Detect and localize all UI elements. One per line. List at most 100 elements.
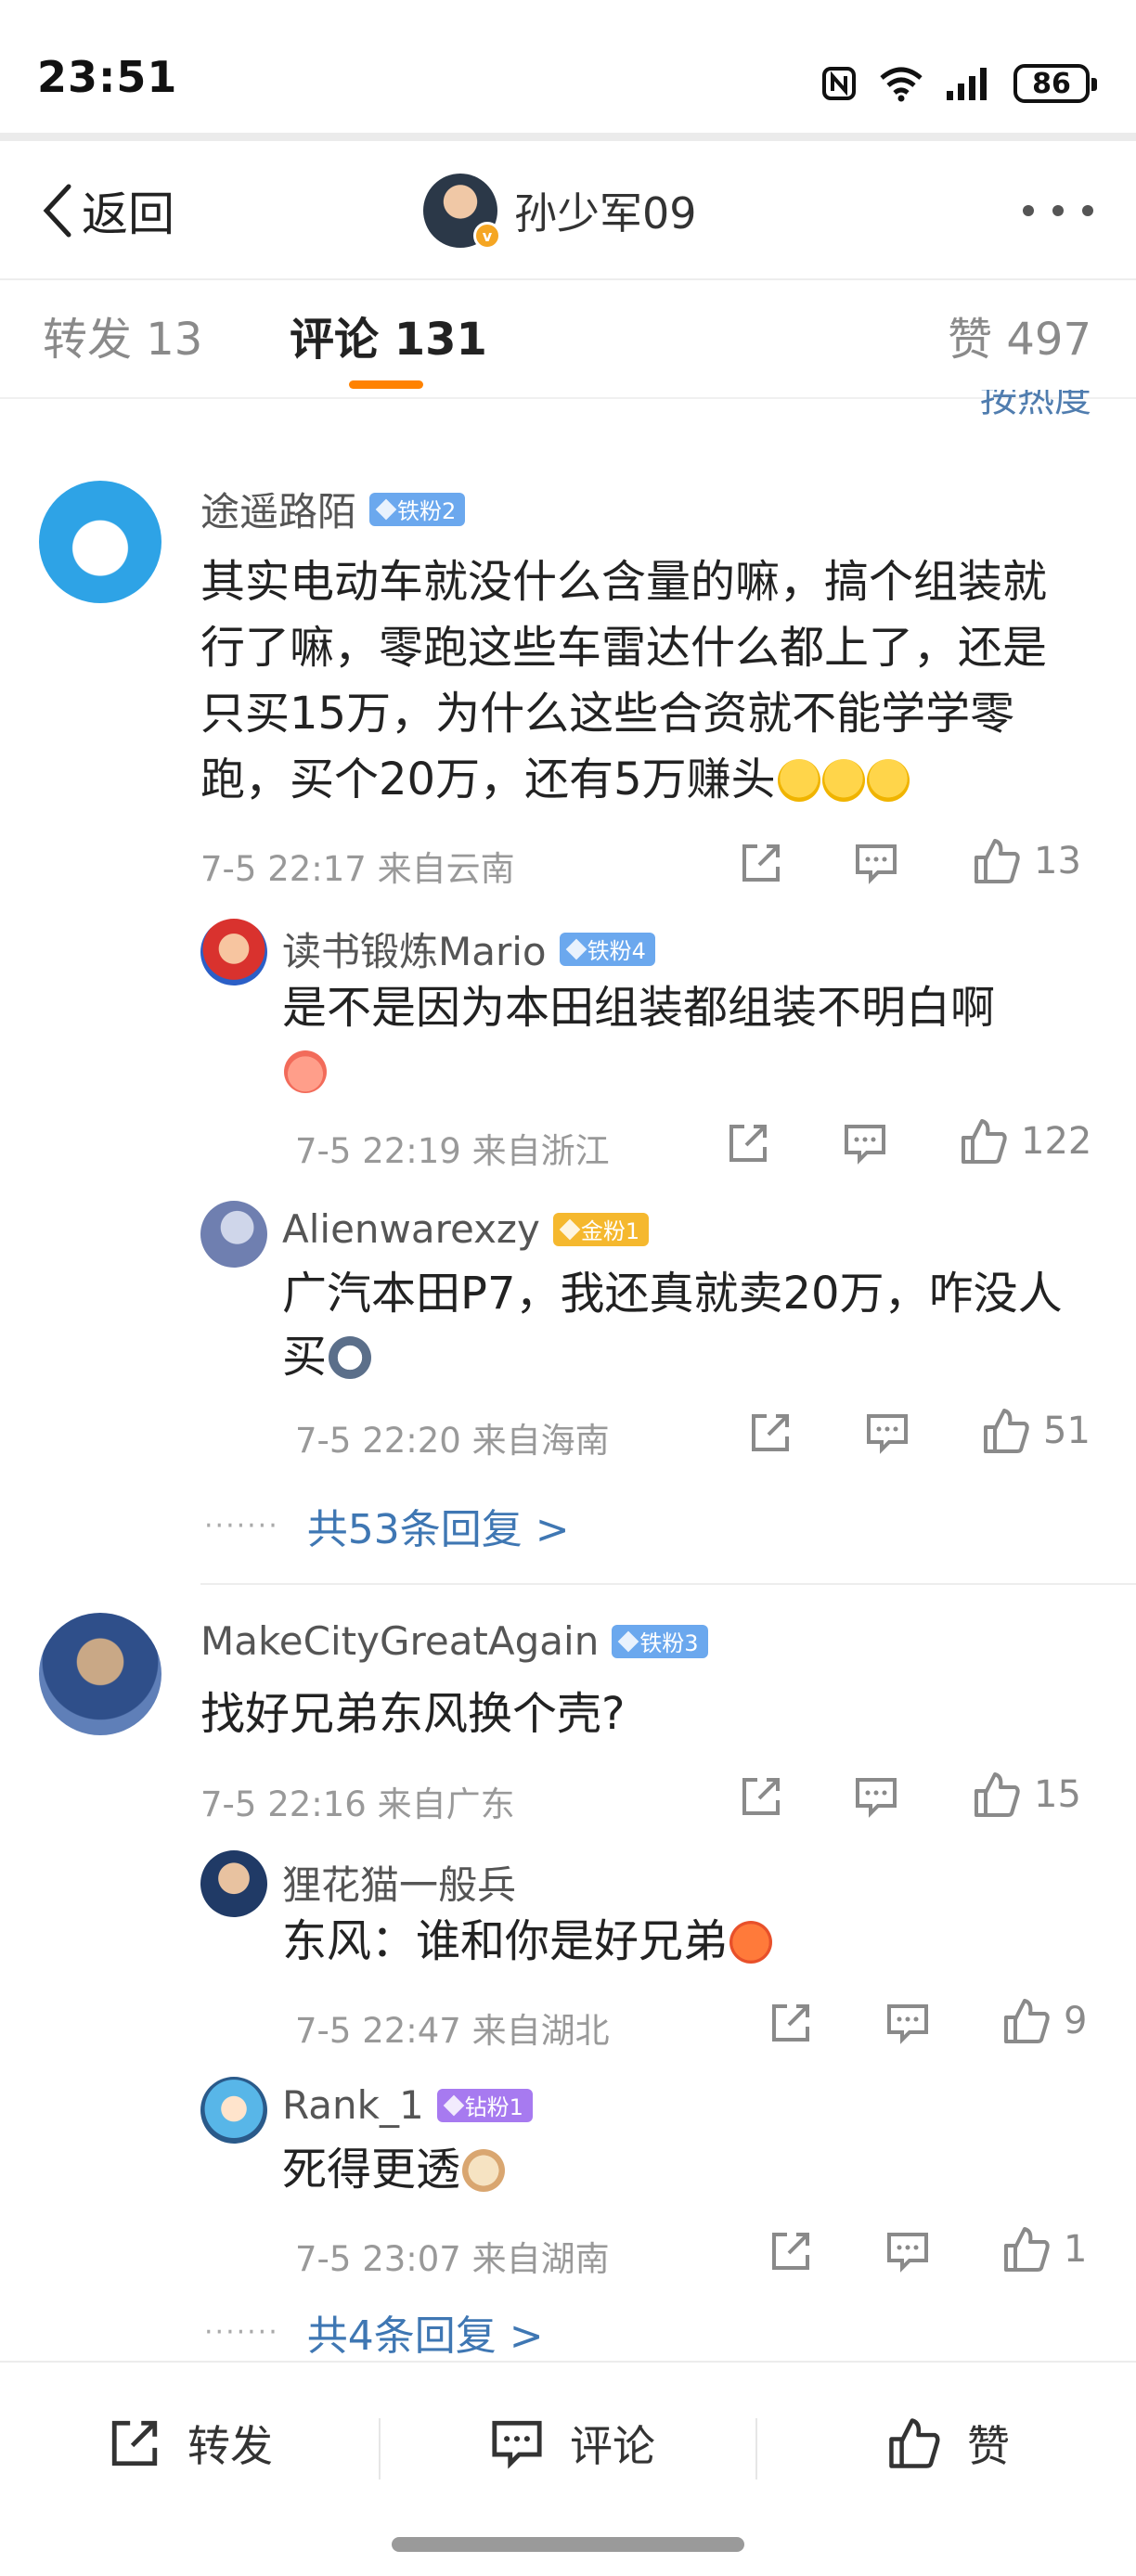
- forward-button[interactable]: 转发: [108, 2413, 273, 2474]
- nav-bar: 返回 v 孙少军09: [0, 141, 1136, 280]
- commenter-name[interactable]: MakeCityGreatAgain 铁粉3: [200, 1618, 708, 1664]
- home-indicator[interactable]: [392, 2537, 744, 2552]
- reply-button[interactable]: [865, 1410, 910, 1455]
- reply-author-name-text: Rank_1: [282, 2082, 424, 2128]
- sort-toggle[interactable]: 按热度: [980, 390, 1091, 418]
- reply-button[interactable]: [843, 1121, 887, 1166]
- avatar[interactable]: [200, 1850, 267, 1917]
- avatar[interactable]: [200, 919, 267, 985]
- fan-badge-label: 钻粉1: [464, 2094, 523, 2120]
- share-icon: [742, 844, 780, 882]
- share-button[interactable]: [768, 2229, 813, 2273]
- more-dot-icon: [1052, 205, 1064, 216]
- tab-forward[interactable]: 转发 13: [43, 303, 202, 367]
- fan-badge: 金粉1: [552, 1212, 650, 1246]
- wifi-icon: [880, 67, 923, 102]
- avatar[interactable]: [200, 2077, 267, 2144]
- reply-text: 东风：谁和你是好兄弟: [282, 1910, 1080, 1973]
- comment-text: 其实电动车就没什么含量的嘛，搞个组装就行了嘛，零跑这些车雷达什么都上了，还是只买…: [200, 549, 1073, 813]
- like-button[interactable]: 赞: [887, 2413, 1010, 2474]
- reply-author-name[interactable]: Alienwarexzy 金粉1: [282, 1206, 650, 1252]
- more-dot-icon: [1082, 205, 1093, 216]
- diamond-icon: [375, 498, 397, 520]
- reply-author-name[interactable]: 读书锻炼Mario 铁粉4: [282, 921, 655, 977]
- reply-text: 死得更透: [282, 2138, 1080, 2201]
- share-button[interactable]: [748, 1410, 793, 1455]
- comment-icon: [492, 2420, 542, 2469]
- reply-author-name-text: 狸花猫一般兵: [282, 1862, 517, 1908]
- like-button[interactable]: 51: [982, 1407, 1091, 1455]
- separator: [379, 2418, 381, 2479]
- reply-meta: 7-5 22:20 来自海南: [295, 1421, 610, 1461]
- active-tab-indicator: [349, 380, 423, 389]
- like-count: 122: [1021, 1120, 1092, 1163]
- avatar[interactable]: [39, 481, 161, 603]
- reply-button[interactable]: [854, 1774, 898, 1819]
- reply-button[interactable]: [885, 2001, 930, 2045]
- share-button[interactable]: [739, 1774, 783, 1819]
- reply-author-name[interactable]: 狸花猫一般兵: [282, 1854, 516, 1911]
- gold-gem-icon: [559, 1218, 581, 1240]
- profile-name[interactable]: 孙少军09: [514, 180, 697, 241]
- avatar[interactable]: [39, 1613, 161, 1735]
- comment-icon: [887, 2233, 928, 2273]
- pig-emoji-icon: [284, 1050, 327, 1093]
- fan-badge-label: 金粉1: [580, 1218, 640, 1244]
- comment-icon: [856, 844, 897, 884]
- share-icon: [111, 2420, 158, 2467]
- diamond-icon: [443, 2094, 464, 2116]
- like-count: 9: [1064, 2000, 1088, 2042]
- reply-button[interactable]: [885, 2229, 930, 2273]
- verified-badge: v: [473, 222, 501, 250]
- avatar[interactable]: v: [423, 174, 501, 250]
- laugh-cry-emoji-icon: [821, 759, 865, 802]
- profile-header[interactable]: v 孙少军09: [423, 171, 697, 251]
- more-dot-icon: [1023, 205, 1034, 216]
- comment-label: 评论: [570, 2421, 655, 2471]
- view-more-replies-link[interactable]: ······· 共53条回复 >: [204, 1496, 570, 1555]
- reply-text-content: 死得更透: [282, 2144, 461, 2196]
- reply-meta: 7-5 22:19 来自浙江: [295, 1131, 610, 1171]
- thumbs-up-icon: [1004, 2227, 1050, 2272]
- back-label: 返回: [82, 187, 174, 241]
- like-button[interactable]: 15: [973, 1771, 1081, 1819]
- thumbs-up-icon: [962, 1119, 1007, 1164]
- dots-divider: ·······: [204, 1509, 279, 1542]
- comment-text: 找好兄弟东风换个壳?: [200, 1688, 626, 1740]
- reply-button[interactable]: [854, 841, 898, 885]
- battery-icon: 86: [1013, 64, 1097, 103]
- status-time: 23:51: [37, 52, 178, 102]
- reply-text-content: 东风：谁和你是好兄弟: [282, 1915, 729, 1967]
- fan-badge: 铁粉3: [612, 1624, 708, 1658]
- separator: [755, 2418, 757, 2479]
- like-button[interactable]: 122: [960, 1117, 1091, 1166]
- like-count: 51: [1043, 1410, 1091, 1452]
- like-count: 15: [1034, 1773, 1081, 1816]
- diamond-icon: [565, 938, 587, 960]
- reply-text-content: 是不是因为本田组装都组装不明白啊: [282, 982, 996, 1034]
- more-options-button[interactable]: [1023, 187, 1093, 234]
- back-button[interactable]: 返回: [37, 178, 174, 243]
- commenter-name-text: 途遥路陌: [200, 489, 357, 535]
- tab-like[interactable]: 赞 497: [948, 303, 1091, 367]
- share-button[interactable]: [726, 1121, 770, 1166]
- fan-badge-label: 铁粉2: [397, 498, 457, 524]
- share-button[interactable]: [739, 841, 783, 885]
- commenter-name[interactable]: 途遥路陌 铁粉2: [200, 481, 466, 537]
- like-button[interactable]: 13: [973, 837, 1081, 885]
- comment-meta: 7-5 22:16 来自广东: [200, 1784, 515, 1824]
- view-more-replies-link[interactable]: ······· 共4条回复 >: [204, 2309, 544, 2355]
- fan-badge: 铁粉2: [369, 492, 466, 526]
- reply-author-name[interactable]: Rank_1 钻粉1: [282, 2082, 533, 2128]
- tab-comment[interactable]: 评论 131: [290, 303, 487, 367]
- avatar[interactable]: [200, 1201, 267, 1268]
- share-button[interactable]: [768, 2001, 813, 2045]
- diamond-icon: [617, 1630, 639, 1652]
- comment-divider: [200, 1583, 1136, 1585]
- like-button[interactable]: 9: [1002, 1997, 1087, 2045]
- fan-badge-label: 铁粉3: [639, 1630, 699, 1656]
- comment-button[interactable]: 评论: [490, 2413, 655, 2474]
- fan-badge-label: 铁粉4: [587, 938, 646, 964]
- thumbs-up-icon: [975, 1772, 1020, 1817]
- like-button[interactable]: 1: [1002, 2225, 1087, 2273]
